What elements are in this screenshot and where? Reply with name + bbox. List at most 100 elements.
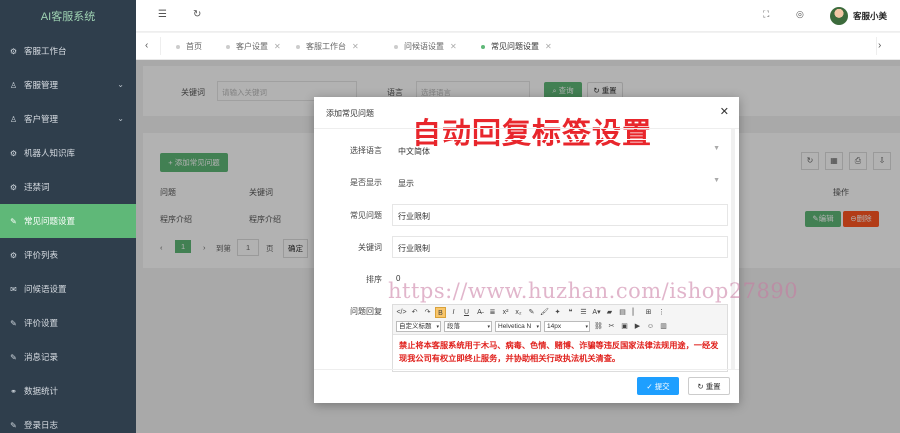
subscript-icon[interactable]: x₂ (513, 307, 524, 318)
refresh-icon[interactable]: ↻ (193, 9, 201, 20)
tab-dot (226, 44, 230, 49)
tab-label: 客户设置 (236, 42, 268, 51)
fullscreen-icon[interactable]: ⛶ (763, 9, 769, 20)
paragraph-select[interactable]: 段落 ▾ (444, 321, 492, 332)
reply-label: 问题回复 (350, 307, 382, 316)
quote-icon[interactable]: ❝ (565, 307, 576, 318)
tab[interactable]: 问候语设置 ✕ (394, 41, 457, 52)
sort-label: 排序 (366, 275, 382, 284)
sidebar-item[interactable]: ✎ 消息记录 (0, 340, 136, 374)
tab-dot (481, 44, 485, 49)
submit-button[interactable]: ✓ 提交 (637, 377, 679, 395)
tab-label: 常见问题设置 (491, 42, 539, 51)
bg-color-icon[interactable]: ▤ (617, 307, 628, 318)
sidebar-item[interactable]: ✉ 问候语设置 (0, 272, 136, 306)
sidebar-item[interactable]: ⚙ 评价列表 (0, 238, 136, 272)
sidebar-item-label: 消息记录 (24, 352, 59, 362)
close-icon[interactable]: ✕ (274, 42, 281, 51)
link-icon[interactable]: ⛓ (593, 321, 604, 332)
app-logo: AI客服系统 (40, 11, 96, 23)
language-label: 选择语言 (350, 146, 382, 155)
sidebar-item[interactable]: ⚭ 数据统计 (0, 374, 136, 408)
question-input[interactable]: 行业限制 (392, 204, 728, 226)
tab[interactable]: 客户设置 ✕ (226, 41, 281, 52)
keyword-field-input[interactable]: 行业限制 (392, 236, 728, 258)
chevron-down-icon: ▼ (713, 145, 720, 152)
menu-toggle-icon[interactable]: ☰ (158, 9, 167, 20)
modal-scrollbar[interactable] (731, 129, 735, 369)
tab-dot (296, 44, 300, 49)
close-icon[interactable]: ✕ (450, 42, 457, 51)
attachment-icon[interactable]: ▥ (658, 321, 669, 332)
sidebar-item[interactable]: ⚙ 违禁词 (0, 170, 136, 204)
theme-icon[interactable]: ◎ (796, 9, 804, 20)
top-header: ☰ ↻ ⛶ ◎ 客服小美 (136, 0, 900, 32)
chevron-down-icon: ▼ (713, 177, 720, 184)
tab-next-icon[interactable]: › (878, 40, 881, 51)
format-brush-icon[interactable]: 🖌 (539, 307, 550, 318)
source-icon[interactable]: </> (396, 307, 407, 318)
sidebar-item[interactable]: ⚙ 机器人知识库 (0, 136, 136, 170)
video-icon[interactable]: ▶ (632, 321, 643, 332)
tab[interactable]: 首页 (176, 41, 202, 52)
user-menu[interactable]: 客服小美 (829, 7, 887, 25)
code-icon[interactable]: ⊞ (643, 307, 654, 318)
italic-icon[interactable]: I (448, 307, 459, 318)
sidebar-item[interactable]: ✎ 评价设置 (0, 306, 136, 340)
close-icon[interactable]: ✕ (545, 42, 552, 51)
keyword-field-label: 关键词 (358, 243, 382, 252)
font-color-icon[interactable]: A▾ (591, 307, 602, 318)
gear-icon: ⚙ (9, 46, 18, 56)
underline-icon[interactable]: U (461, 307, 472, 318)
close-icon[interactable]: ✕ (720, 105, 729, 118)
unlink-icon[interactable]: ✂ (606, 321, 617, 332)
emoji-icon[interactable]: ☺ (645, 321, 656, 332)
sidebar-item-label: 数据统计 (24, 386, 59, 396)
sidebar-item[interactable]: ♙ 客服管理 ⌄ (0, 68, 136, 102)
eraser-icon[interactable]: ✎ (526, 307, 537, 318)
tab-prev-icon[interactable]: ‹ (145, 40, 148, 51)
tab-dot (394, 44, 398, 49)
chat-icon: ✉ (10, 284, 17, 294)
strikethrough-icon[interactable]: A̶ (474, 307, 485, 318)
ordered-list-icon[interactable]: ⋮ (656, 307, 667, 318)
sidebar-item[interactable]: ♙ 客户管理 ⌄ (0, 102, 136, 136)
font-size-select[interactable]: 14px ▾ (544, 321, 590, 332)
link-icon: ⚭ (10, 386, 17, 396)
sidebar-item-label: 评价列表 (24, 250, 59, 260)
edit-icon: ✎ (10, 318, 17, 328)
chevron-down-icon: ⌄ (117, 114, 124, 123)
sidebar-item[interactable]: ⚙ 客服工作台 (0, 34, 136, 68)
undo-icon[interactable]: ↶ (409, 307, 420, 318)
display-select[interactable]: 显示 ▼ (392, 171, 728, 193)
sidebar-item-label: 评价设置 (24, 318, 59, 328)
tab[interactable]: 常见问题设置 ✕ (481, 41, 552, 52)
custom-title-select[interactable]: 自定义标题 ▾ (396, 321, 441, 332)
sidebar: AI客服系统 ⚙ 客服工作台 ♙ 客服管理 ⌄ ♙ 客户管理 ⌄ ⚙ 机器人知识库 ⚙ 违禁词 ✎ 常见问… (0, 0, 136, 433)
clean-icon[interactable]: ✦ (552, 307, 563, 318)
sidebar-item[interactable]: ✎ 常见问题设置 (0, 204, 136, 238)
superscript-icon[interactable]: x² (500, 307, 511, 318)
question-label: 常见问题 (350, 211, 382, 220)
edit-icon: ✎ (10, 352, 17, 362)
gear-icon: ⚙ (9, 148, 18, 158)
highlight-icon[interactable]: ▰ (604, 307, 615, 318)
align-left-icon[interactable]: ▏ (630, 307, 641, 318)
align-icon[interactable]: ≣ (487, 307, 498, 318)
tab-label: 首页 (186, 42, 202, 51)
image-icon[interactable]: ▣ (619, 321, 630, 332)
list-icon[interactable]: ☰ (578, 307, 589, 318)
editor-toolbar: </> ↶ ↷ B I U A̶ ≣ x² x₂ ✎ 🖌 ✦ ❝ ☰ A▾ ▰ … (393, 305, 727, 335)
bold-icon[interactable]: B (435, 307, 446, 318)
language-select[interactable]: 中文简体 ▼ (392, 139, 728, 161)
sidebar-item[interactable]: ✎ 登录日志 (0, 408, 136, 433)
redo-icon[interactable]: ↷ (422, 307, 433, 318)
sidebar-item-label: 客服工作台 (24, 46, 67, 56)
close-icon[interactable]: ✕ (352, 42, 359, 51)
reset-button[interactable]: ↻ 重置 (688, 377, 730, 395)
avatar (829, 7, 848, 25)
font-family-select[interactable]: Helvetica N ▾ (495, 321, 541, 332)
tab[interactable]: 客服工作台 ✕ (296, 41, 359, 52)
editor-content[interactable]: 禁止将本客服系统用于木马、病毒、色情、赌博、诈骗等违反国家法律法规用途，一经发现… (393, 335, 727, 369)
reply-editor[interactable]: </> ↶ ↷ B I U A̶ ≣ x² x₂ ✎ 🖌 ✦ ❝ ☰ A▾ ▰ … (392, 304, 728, 372)
